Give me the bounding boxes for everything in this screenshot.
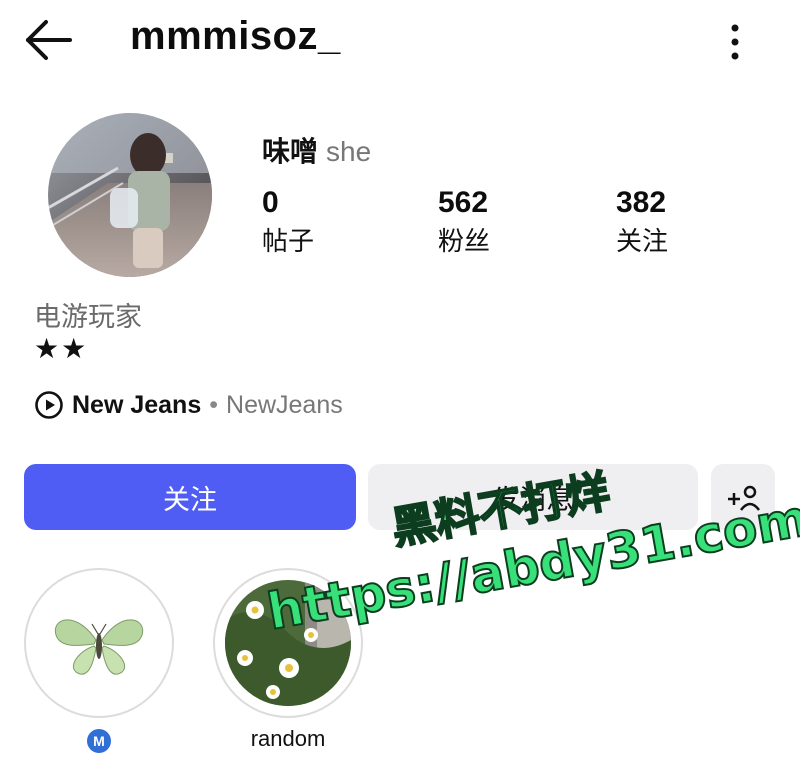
profile-music[interactable]: New Jeans • NewJeans xyxy=(34,390,343,420)
follow-button[interactable]: 关注 xyxy=(24,464,356,530)
profile-avatar[interactable] xyxy=(48,113,212,277)
music-separator: • xyxy=(209,390,219,419)
arrow-left-icon xyxy=(26,20,72,60)
posts-stat[interactable]: 0 帖子 xyxy=(262,186,314,258)
following-count: 382 xyxy=(616,186,667,219)
followers-label: 粉丝 xyxy=(438,226,491,256)
profile-category: 电游玩家 xyxy=(34,302,142,332)
back-button[interactable] xyxy=(22,18,74,62)
posts-label: 帖子 xyxy=(262,226,315,256)
highlight-badge-icon: M xyxy=(87,729,111,753)
highlight-ring xyxy=(24,568,174,718)
message-button[interactable]: 发消息 xyxy=(368,464,698,530)
suggest-people-button[interactable] xyxy=(711,464,775,530)
highlight-ring xyxy=(213,568,363,718)
music-artist: NewJeans xyxy=(226,390,343,419)
name-row: 味噌 she xyxy=(262,130,371,170)
highlight-badge-text: M xyxy=(93,733,105,749)
story-highlight[interactable] xyxy=(213,568,363,718)
display-name: 味噌 xyxy=(262,136,319,167)
play-circle-icon xyxy=(35,391,63,419)
followers-stat[interactable]: 562 粉丝 xyxy=(438,186,490,258)
profile-username: mmmisoz_ xyxy=(130,14,341,58)
more-options-button[interactable] xyxy=(722,20,748,64)
pronouns: she xyxy=(326,136,372,167)
posts-count: 0 xyxy=(262,186,279,219)
profile-header: mmmisoz_ xyxy=(0,0,800,90)
highlight-cover-butterfly xyxy=(36,580,162,706)
followers-count: 562 xyxy=(438,186,489,219)
story-highlight[interactable] xyxy=(24,568,174,718)
add-person-icon xyxy=(728,485,760,511)
highlight-cover-daisies xyxy=(225,580,351,706)
more-vertical-icon xyxy=(731,24,739,60)
highlight-label: random xyxy=(250,726,326,751)
following-label: 关注 xyxy=(616,226,669,256)
following-stat[interactable]: 382 关注 xyxy=(616,186,668,258)
profile-bio: ★★ xyxy=(34,333,89,364)
music-song: New Jeans xyxy=(72,390,202,419)
